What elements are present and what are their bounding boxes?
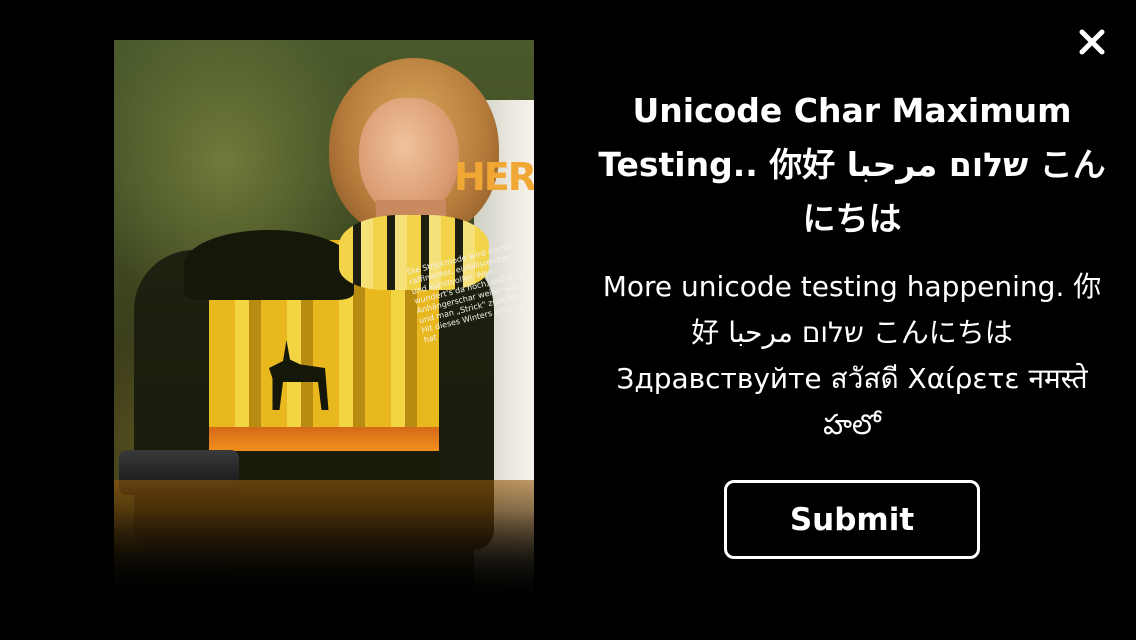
close-icon xyxy=(1079,29,1105,55)
hero-image: HER Die Strickmode wird immer raffiniert… xyxy=(114,40,534,600)
magazine-heading: HER xyxy=(454,155,534,199)
modal-content: Unicode Char Maximum Testing.. 你好 שלום م… xyxy=(596,84,1108,448)
image-bottom-fade xyxy=(114,510,534,600)
modal-title: Unicode Char Maximum Testing.. 你好 שלום م… xyxy=(598,91,1106,238)
close-button[interactable] xyxy=(1072,22,1112,62)
unicode-test-modal: HER Die Strickmode wird immer raffiniert… xyxy=(0,0,1136,640)
submit-button[interactable]: Submit xyxy=(724,480,980,559)
modal-body: More unicode testing happening. 你好 שלום … xyxy=(602,270,1102,441)
tree-silhouette xyxy=(184,230,354,300)
